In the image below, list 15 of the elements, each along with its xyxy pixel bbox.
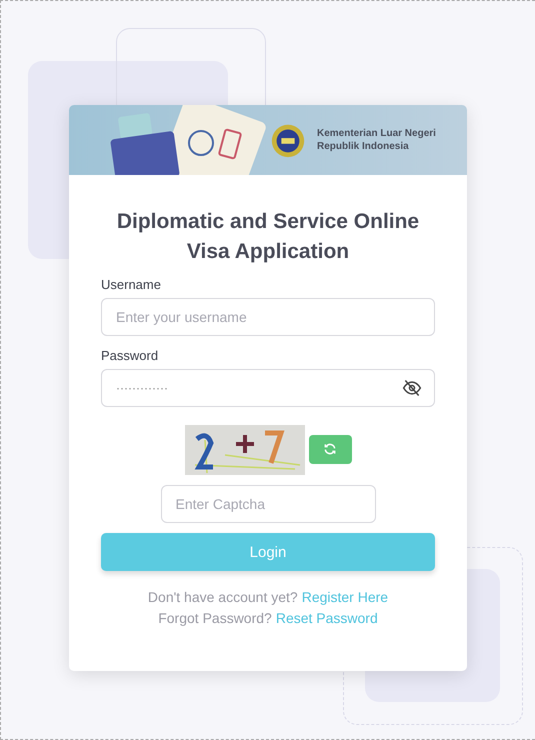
username-field[interactable]: Enter your username	[101, 298, 435, 336]
password-label: Password	[101, 348, 160, 363]
captcha-field[interactable]: Enter Captcha	[160, 485, 376, 523]
prompt-text: Forgot Password?	[158, 610, 272, 626]
username-label: Username	[101, 277, 162, 292]
login-button[interactable]: Login	[101, 533, 435, 571]
password-field[interactable]: ·············	[101, 369, 435, 407]
ministry-country: Republik Indonesia	[317, 141, 410, 152]
prompt-text: Don't have account yet?	[148, 589, 298, 605]
ministry-name: Kementerian Luar Negeri	[317, 128, 436, 139]
hide-password-icon[interactable]	[402, 378, 422, 398]
refresh-icon	[323, 442, 337, 456]
page-title: Diplomatic and Service Online Visa Application	[116, 209, 420, 265]
auth-link[interactable]: Register Here	[302, 589, 388, 605]
auth-link[interactable]: Reset Password	[276, 610, 378, 626]
